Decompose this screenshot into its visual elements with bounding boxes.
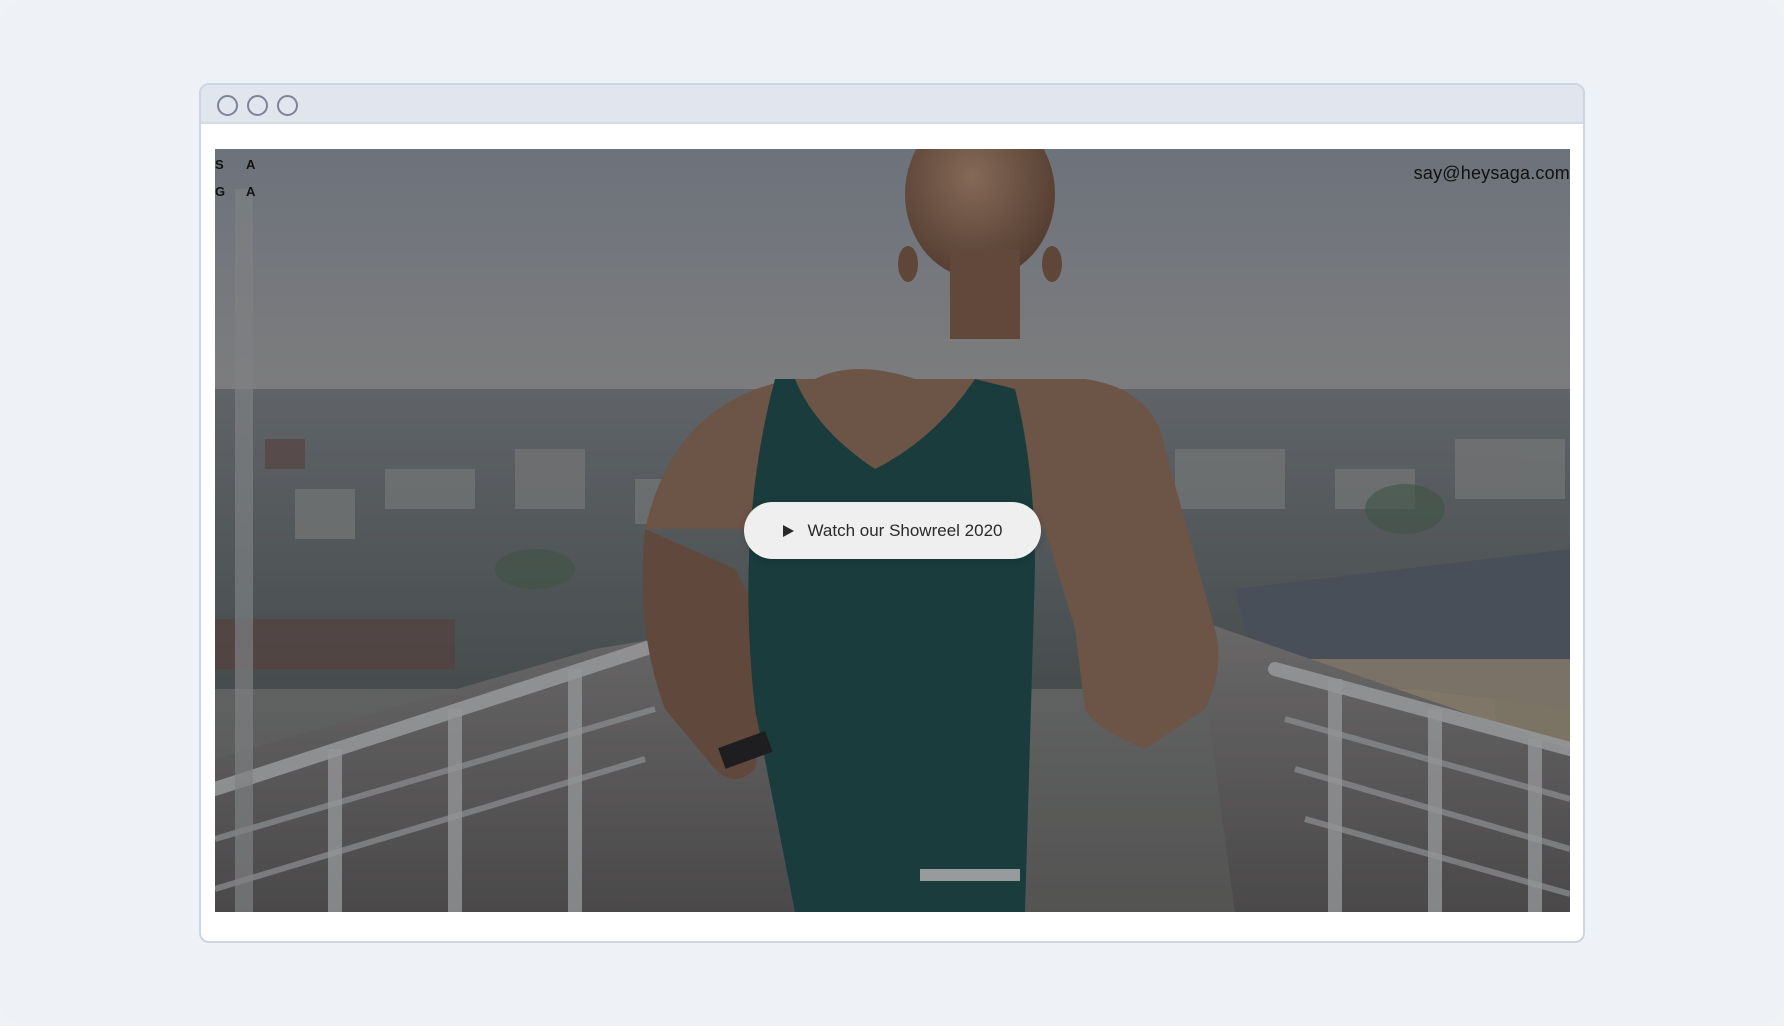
- close-icon[interactable]: [217, 95, 238, 116]
- page-footer-strip: [215, 912, 1570, 941]
- logo-letter: A: [246, 184, 257, 199]
- window-titlebar: [201, 85, 1583, 124]
- page-background: S A G A say@heysaga.com Watch our Showre…: [0, 0, 1784, 1026]
- showreel-button-label: Watch our Showreel 2020: [807, 520, 1003, 540]
- hero-video[interactable]: S A G A say@heysaga.com Watch our Showre…: [215, 149, 1570, 912]
- play-icon: [782, 524, 794, 537]
- logo-letter: S: [215, 157, 225, 172]
- watch-showreel-button[interactable]: Watch our Showreel 2020: [744, 502, 1041, 559]
- email-link[interactable]: say@heysaga.com: [1414, 163, 1570, 184]
- browser-window: S A G A say@heysaga.com Watch our Showre…: [199, 83, 1585, 943]
- logo-letter: G: [215, 184, 227, 199]
- minimize-icon[interactable]: [247, 95, 268, 116]
- logo-letter: A: [246, 157, 257, 172]
- maximize-icon[interactable]: [277, 95, 298, 116]
